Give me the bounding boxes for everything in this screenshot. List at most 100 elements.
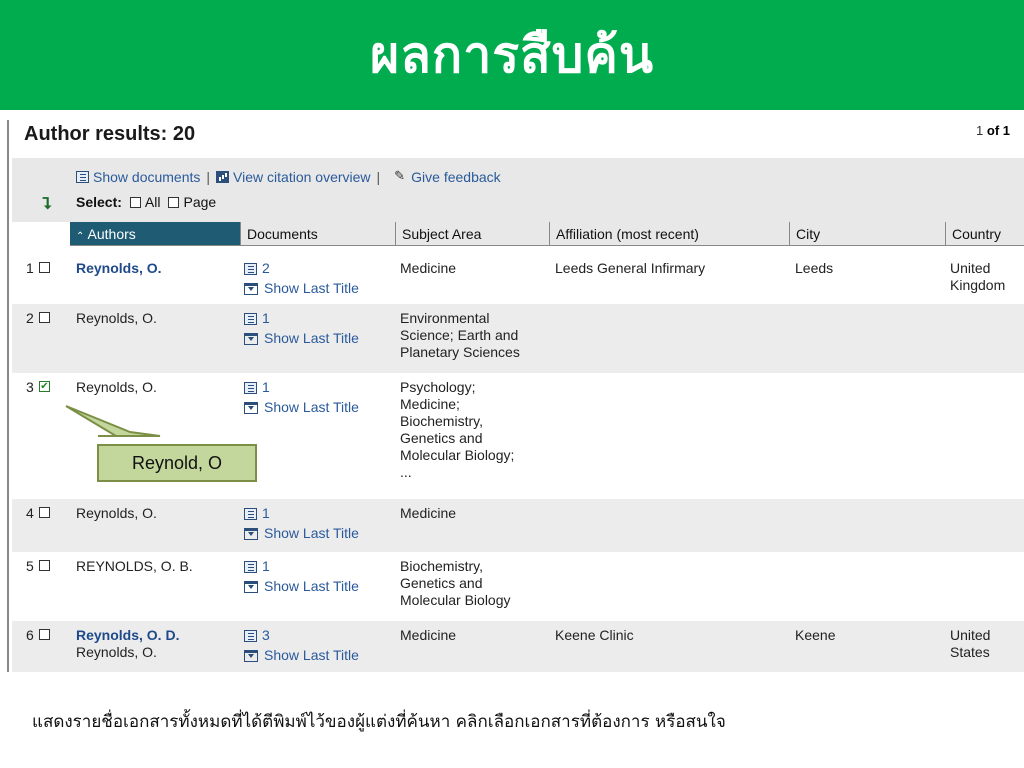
author-alt-name: Reynolds, O. — [76, 644, 157, 660]
row-checkbox[interactable] — [39, 381, 50, 392]
country: United States — [950, 627, 1024, 661]
row-number: 6 — [26, 627, 34, 643]
subject-line: Molecular Biology; — [400, 447, 515, 463]
expand-icon — [244, 527, 258, 540]
subject-line: Medicine — [400, 260, 457, 276]
document-count: 1 — [262, 505, 270, 521]
documents-icon — [244, 629, 257, 642]
table-row: 4 Reynolds, O. 1 Show Last Title Medicin… — [12, 499, 1024, 552]
column-header-subject-area[interactable]: Subject Area — [395, 222, 549, 246]
table-row: 5 REYNOLDS, O. B. 1 Show Last Title Bioc… — [12, 552, 1024, 621]
row-checkbox[interactable] — [39, 262, 50, 273]
pager-current: 1 — [976, 123, 984, 138]
author-name: Reynolds, O. — [76, 310, 157, 326]
give-feedback-link[interactable]: Give feedback — [394, 168, 501, 185]
column-header-documents[interactable]: Documents — [240, 222, 395, 246]
row-checkbox[interactable] — [39, 312, 50, 323]
documents-icon — [244, 312, 257, 325]
row-number: 2 — [26, 310, 34, 326]
author-name: Reynolds, O. — [76, 505, 157, 521]
subject-line: Molecular Biology — [400, 592, 511, 608]
show-last-title-link[interactable]: Show Last Title — [244, 647, 394, 664]
title-banner: ผลการสืบค้น — [0, 0, 1024, 110]
callout-box: Reynold, O — [97, 444, 257, 482]
subject-area: Medicine — [400, 627, 548, 644]
show-last-title-label: Show Last Title — [264, 399, 359, 415]
sort-up-icon: ⌃ — [76, 231, 85, 242]
affiliation: Keene Clinic — [555, 627, 634, 643]
subject-area: Medicine — [400, 505, 548, 522]
pager-total: of 1 — [986, 123, 1010, 138]
column-header-authors-label: Authors — [87, 226, 136, 242]
row-number: 3 — [26, 379, 34, 395]
documents-icon — [76, 171, 89, 183]
row-number: 1 — [26, 260, 34, 276]
subject-line: ... — [400, 464, 412, 480]
show-last-title-label: Show Last Title — [264, 525, 359, 541]
row-number: 5 — [26, 558, 34, 574]
show-last-title-link[interactable]: Show Last Title — [244, 399, 394, 416]
subject-line: Environmental — [400, 310, 490, 326]
show-last-title-link[interactable]: Show Last Title — [244, 525, 394, 542]
expand-icon — [244, 649, 258, 662]
author-name[interactable]: Reynolds, O. — [76, 260, 236, 277]
subject-line: Genetics and — [400, 575, 483, 591]
document-count: 2 — [262, 260, 270, 276]
author-name[interactable]: Reynolds, O. D. — [76, 627, 236, 644]
subject-line: Genetics and — [400, 430, 483, 446]
results-panel: Author results: 20 1 of 1 ⮧ Show documen… — [0, 112, 1024, 672]
table-row: 1 Reynolds, O. 2 Show Last Title Medicin… — [12, 254, 1024, 304]
country-line: United — [950, 627, 991, 643]
row-checkbox[interactable] — [39, 507, 50, 518]
expand-icon — [244, 580, 258, 593]
separator: | — [206, 169, 211, 185]
document-count: 3 — [262, 627, 270, 643]
results-title: Author results: 20 — [24, 123, 196, 145]
document-count-link[interactable]: 3 — [244, 627, 394, 644]
subject-area: Environmental Science; Earth and Planetary… — [400, 310, 548, 361]
subject-line: Psychology; — [400, 379, 476, 395]
column-header-city[interactable]: City — [789, 222, 945, 246]
country: United Kingdom — [950, 260, 1024, 294]
select-all-label: All — [144, 194, 161, 210]
toolbar-actions: Show documents | View citation overview … — [76, 168, 501, 185]
document-count-link[interactable]: 1 — [244, 558, 394, 575]
document-count-link[interactable]: 1 — [244, 310, 394, 327]
show-last-title-link[interactable]: Show Last Title — [244, 578, 394, 595]
caption-text: แสดงรายชื่อเอกสารทั้งหมดที่ได้ตีพิมพ์ไว้… — [32, 712, 726, 732]
document-count-link[interactable]: 1 — [244, 379, 394, 396]
subject-area: Psychology; Medicine; Biochemistry, Genetic… — [400, 379, 548, 481]
subject-line: Medicine — [400, 505, 457, 521]
expand-icon — [244, 401, 258, 414]
results-toolbar: ⮧ Show documents | View citation overvie… — [12, 158, 1024, 222]
row-checkbox[interactable] — [39, 629, 50, 640]
country-line: States — [950, 644, 990, 660]
subject-area: Medicine — [400, 260, 548, 277]
column-header-country[interactable]: Country — [945, 222, 1024, 246]
documents-icon — [244, 381, 257, 394]
show-last-title-label: Show Last Title — [264, 647, 359, 663]
column-header-authors[interactable]: ⌃ Authors — [70, 222, 240, 246]
view-citation-link[interactable]: View citation overview — [216, 169, 371, 185]
column-header-affiliation[interactable]: Affiliation (most recent) — [549, 222, 789, 246]
country-line: Kingdom — [950, 277, 1006, 293]
document-count-link[interactable]: 1 — [244, 505, 394, 522]
documents-icon — [244, 262, 257, 275]
view-citation-label: View citation overview — [233, 169, 371, 185]
give-feedback-label: Give feedback — [411, 169, 501, 185]
select-page-checkbox[interactable] — [168, 196, 180, 208]
table-row: 6 Reynolds, O. D. Reynolds, O. 3 Show La… — [12, 621, 1024, 672]
select-all-checkbox[interactable] — [129, 196, 141, 208]
arrow-down-icon[interactable]: ⮧ — [42, 196, 51, 214]
show-last-title-link[interactable]: Show Last Title — [244, 330, 394, 347]
documents-icon — [244, 507, 257, 520]
document-count-link[interactable]: 2 — [244, 260, 394, 277]
affiliation: Leeds General Infirmary — [555, 260, 706, 276]
table-header: ⌃ Authors Documents Subject Area Affilia… — [12, 222, 1024, 246]
document-count: 1 — [262, 558, 270, 574]
show-documents-link[interactable]: Show documents — [76, 169, 200, 185]
show-last-title-link[interactable]: Show Last Title — [244, 280, 394, 297]
author-name: REYNOLDS, O. B. — [76, 558, 193, 574]
row-checkbox[interactable] — [39, 560, 50, 571]
document-count: 1 — [262, 310, 270, 326]
